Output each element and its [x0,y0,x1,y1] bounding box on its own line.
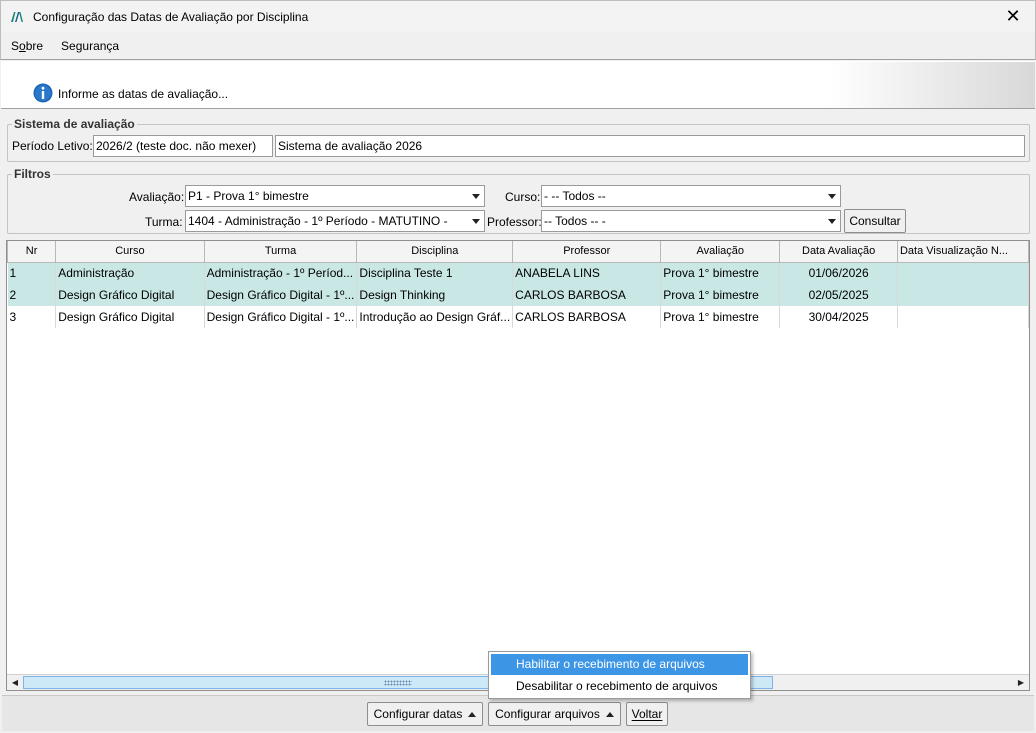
consultar-button[interactable]: Consultar [844,209,906,233]
avaliacao-select[interactable]: P1 - Prova 1° bimestre [185,185,485,207]
col-header-disciplina[interactable]: Disciplina [356,241,514,263]
title-bar: Configuração das Datas de Avaliação por … [0,0,1036,32]
cell-turma: Design Gráfico Digital - 1º... [204,306,358,328]
col-header-data-avaliacao[interactable]: Data Avaliação [779,241,898,263]
cell-turma: Administração - 1º Períod... [204,262,358,284]
periodo-letivo-label: Período Letivo: [12,139,93,153]
avaliacoes-grid[interactable]: Nr Curso Turma Disciplina Professor Aval… [6,240,1030,691]
sistema-avaliacao-field[interactable]: Sistema de avaliação 2026 [275,135,1025,157]
scroll-right-button[interactable]: ▶ [1013,675,1029,690]
configurar-datas-button[interactable]: Configurar datas [367,702,483,726]
window-title: Configuração das Datas de Avaliação por … [33,9,309,24]
cell-curso: Administração [55,262,205,284]
close-icon: ✕ [1005,6,1021,26]
cell-disciplina: Disciplina Teste 1 [356,262,514,284]
cell-curso: Design Gráfico Digital [55,306,205,328]
configurar-arquivos-button[interactable]: Configurar arquivos [488,702,621,726]
app-logo-icon [10,11,32,23]
arrow-right-icon: ▶ [1017,678,1025,687]
habilitar-recebimento-item[interactable]: Habilitar o recebimento de arquivos [491,654,748,675]
chevron-down-icon [828,194,836,199]
cell-avaliacao: Prova 1° bimestre [660,284,781,306]
avaliacao-label: Avaliação: [129,190,185,204]
voltar-button[interactable]: Voltar [626,702,668,726]
col-header-nr[interactable]: Nr [6,241,57,263]
cell-disciplina: Introdução ao Design Gráf... [356,306,514,328]
cell-nr: 1 [7,262,57,284]
cell-curso: Design Gráfico Digital [55,284,205,306]
curso-select[interactable]: - -- Todos -- [541,185,841,207]
configurar-arquivos-menu: Habilitar o recebimento de arquivos Desa… [488,651,751,699]
info-message: Informe as datas de avaliação... [58,87,229,101]
col-header-turma[interactable]: Turma [203,241,358,263]
cell-avaliacao: Prova 1° bimestre [660,306,781,328]
cell-data-visualizacao [897,284,1030,306]
info-panel: Informe as datas de avaliação... [1,61,1035,109]
filtros-group: Filtros Avaliação: P1 - Prova 1° bimestr… [7,167,1030,234]
scroll-left-button[interactable]: ◀ [7,675,23,690]
chevron-down-icon [472,194,480,199]
caret-up-icon [468,711,477,717]
cell-nr: 2 [7,284,57,306]
sistema-avaliacao-legend: Sistema de avaliação [12,117,137,131]
professor-label: Professor: [487,215,542,229]
cell-professor: CARLOS BARBOSA [512,284,662,306]
filtros-legend: Filtros [12,167,53,181]
cell-data-avaliacao: 01/06/2026 [779,262,898,284]
col-header-professor[interactable]: Professor [512,241,662,263]
cell-professor: ANABELA LINS [512,262,662,284]
table-row[interactable]: 1 Administração Administração - 1º Perío… [7,262,1030,284]
cell-professor: CARLOS BARBOSA [512,306,662,328]
cell-turma: Design Gráfico Digital - 1º... [204,284,358,306]
info-icon [33,83,53,103]
cell-data-avaliacao: 02/05/2025 [779,284,898,306]
curso-label: Curso: [505,190,541,204]
arrow-left-icon: ◀ [11,678,19,687]
menu-sobre[interactable]: Sobre [1,39,51,53]
sistema-avaliacao-group: Sistema de avaliação Período Letivo: 202… [7,117,1030,162]
cell-data-avaliacao: 30/04/2025 [779,306,898,328]
caret-up-icon [605,711,614,717]
col-header-data-visualizacao[interactable]: Data Visualização N... [896,241,1030,263]
cell-data-visualizacao [897,306,1030,328]
close-button[interactable]: ✕ [991,1,1035,32]
col-header-avaliacao[interactable]: Avaliação [660,241,781,263]
cell-disciplina: Design Thinking [356,284,514,306]
col-header-curso[interactable]: Curso [55,241,205,263]
desabilitar-recebimento-item[interactable]: Desabilitar o recebimento de arquivos [491,676,748,697]
chevron-down-icon [828,219,836,224]
menu-seguranca[interactable]: Segurança [51,39,127,53]
turma-select[interactable]: 1404 - Administração - 1º Período - MATU… [185,210,485,232]
chevron-down-icon [472,219,480,224]
cell-nr: 3 [7,306,57,328]
cell-avaliacao: Prova 1° bimestre [660,262,781,284]
turma-label: Turma: [145,215,183,229]
cell-data-visualizacao [897,262,1030,284]
table-row[interactable]: 2 Design Gráfico Digital Design Gráfico … [7,284,1030,306]
avaliacoes-table: Nr Curso Turma Disciplina Professor Aval… [6,241,1030,328]
periodo-letivo-field[interactable]: 2026/2 (teste doc. não mexer) [93,135,273,157]
table-header: Nr Curso Turma Disciplina Professor Aval… [6,241,1030,263]
professor-select[interactable]: -- Todos -- - [541,210,841,232]
table-row[interactable]: 3 Design Gráfico Digital Design Gráfico … [7,306,1030,328]
grip-icon [384,680,412,686]
menu-bar: Sobre Segurança [0,32,1036,60]
